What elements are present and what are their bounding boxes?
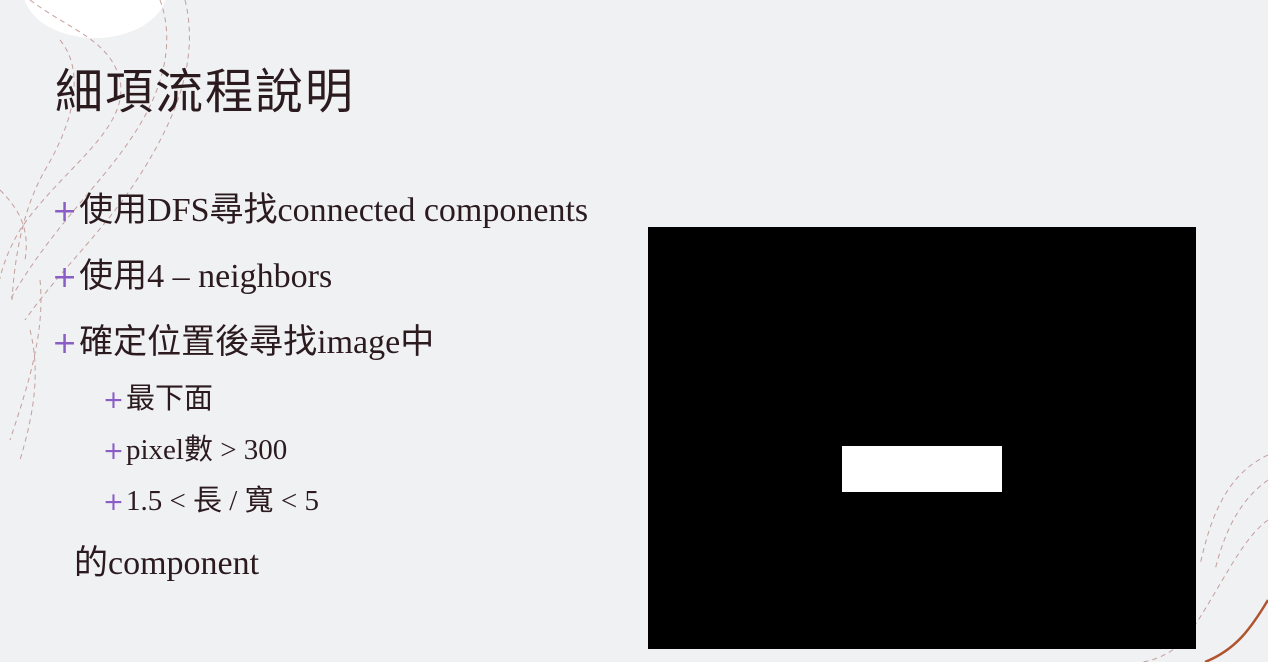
bullet-plus-icon: +	[103, 385, 124, 414]
bullet-text: 確定位置後尋找image中	[79, 324, 435, 361]
component-tail-text: 的component	[74, 545, 260, 582]
sub-bullet-aspect-ratio: + 1.5 < 長 / 寬 < 5	[103, 483, 319, 520]
sub-bullet-text: 1.5 < 長 / 寬 < 5	[125, 485, 319, 517]
binary-mask-image	[648, 227, 1196, 649]
detected-component	[842, 446, 1002, 492]
bullet-neighbors: + 使用4 – neighbors	[52, 256, 332, 299]
bullet-plus-icon: +	[103, 487, 124, 516]
bullet-plus-icon: +	[52, 260, 78, 295]
slide-title: 細項流程說明	[55, 64, 356, 120]
bullet-text: 使用4 – neighbors	[79, 258, 333, 295]
bullet-text: 使用DFS尋找connected components	[79, 192, 589, 229]
bullet-dfs: + 使用DFS尋找connected components	[52, 190, 588, 233]
bullet-plus-icon: +	[52, 326, 78, 361]
bullet-plus-icon: +	[103, 436, 124, 465]
bullet-locate: + 確定位置後尋找image中	[52, 322, 434, 365]
sub-bullet-text: 最下面	[125, 383, 213, 415]
bullet-plus-icon: +	[52, 194, 78, 229]
sub-bullet-bottom: + 最下面	[103, 381, 213, 418]
sub-bullet-pixel-count: + pixel數 > 300	[103, 432, 287, 469]
sub-bullet-text: pixel數 > 300	[125, 434, 288, 466]
